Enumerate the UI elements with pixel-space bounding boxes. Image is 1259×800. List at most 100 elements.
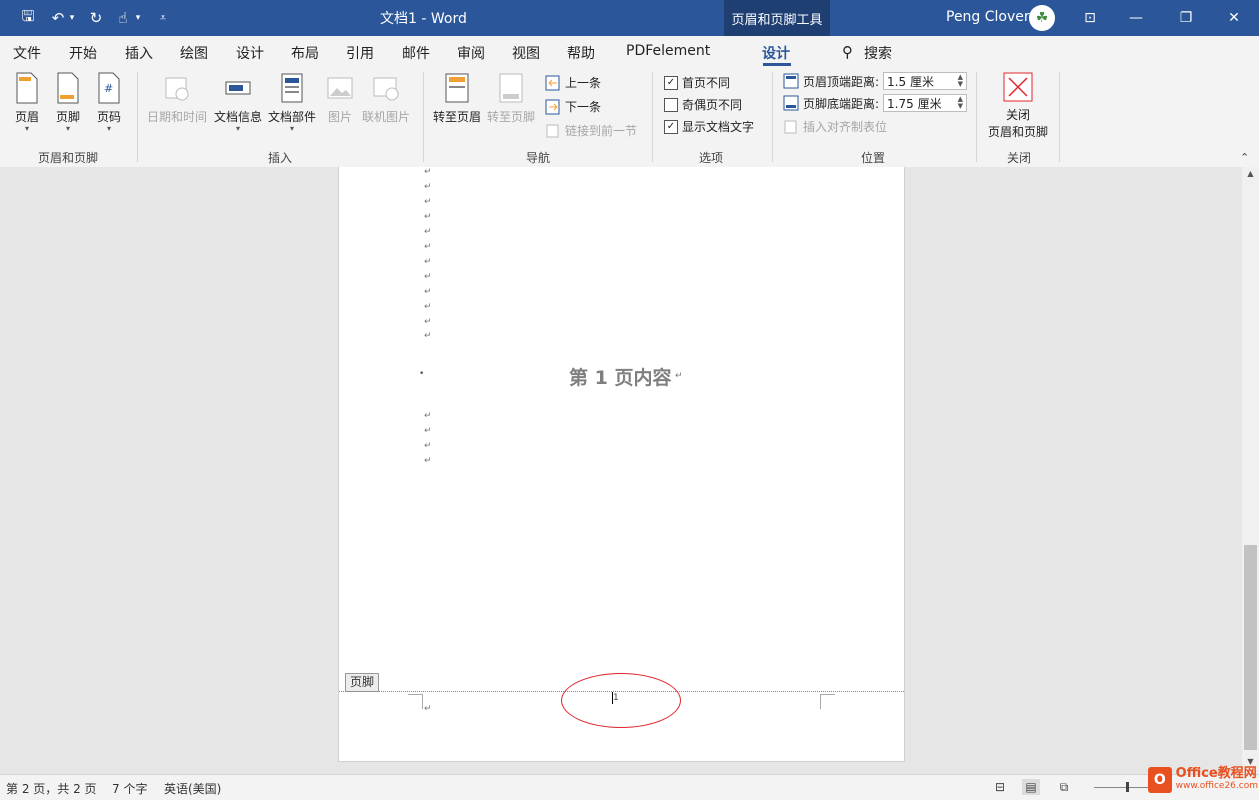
paragraph-mark: ↵ (424, 242, 432, 252)
web-layout-icon[interactable]: ⧉ (1055, 779, 1073, 795)
next-label: 下一条 (565, 100, 602, 114)
tab-help[interactable]: 帮助 (567, 43, 595, 63)
tab-home[interactable]: 开始 (69, 43, 97, 63)
picture-button[interactable]: 图片 (327, 72, 353, 125)
collapse-ribbon-icon[interactable]: ⌃ (1240, 151, 1249, 164)
header-top-spinner[interactable]: 1.5 厘米 ▲ ▼ (883, 72, 968, 90)
group-label-insert: 插入 (267, 151, 292, 165)
different-first-page-checkbox[interactable]: ✓ 首页不同 (664, 74, 730, 91)
touch-mode-dropdown-icon[interactable]: ▾ (132, 8, 144, 28)
header-button[interactable]: 页眉 ▾ (14, 72, 40, 133)
page-content-heading[interactable]: 第 1 页内容 (569, 363, 671, 390)
footer-bottom-distance: 页脚底端距离: 1.75 厘米 ▲ ▼ (783, 94, 968, 112)
tab-insert[interactable]: 插入 (125, 43, 153, 63)
tab-layout[interactable]: 布局 (291, 43, 319, 63)
paragraph-mark: ↵ (424, 182, 432, 192)
chevron-down-icon: ▾ (236, 124, 241, 133)
tab-view[interactable]: 视图 (512, 43, 540, 63)
insert-alignment-tab-label: 插入对齐制表位 (803, 120, 888, 134)
header-icon (16, 72, 38, 104)
document-info-icon (225, 81, 251, 95)
insert-alignment-tab-button[interactable]: 插入对齐制表位 (783, 118, 887, 135)
next-button[interactable]: 下一条 (545, 98, 601, 115)
goto-footer-button[interactable]: 转至页脚 (487, 72, 535, 125)
calendar-clock-icon (165, 77, 189, 101)
undo-dropdown-icon[interactable]: ▾ (66, 8, 78, 28)
show-document-text-checkbox[interactable]: ✓ 显示文档文字 (664, 118, 754, 135)
spin-down-icon[interactable]: ▼ (958, 81, 963, 88)
zoom-slider[interactable] (1094, 787, 1148, 788)
different-odd-even-label: 奇偶页不同 (682, 98, 743, 112)
page-count-status[interactable]: 第 2 页，共 2 页 (6, 780, 97, 797)
paragraph-mark: ↵ (424, 272, 432, 282)
zoom-slider-thumb[interactable] (1126, 782, 1129, 792)
tab-mailings[interactable]: 邮件 (402, 43, 430, 63)
paragraph-mark: ↵ (424, 331, 432, 341)
page-number-button[interactable]: # 页码 ▾ (96, 72, 122, 133)
paragraph-mark: ↵ (424, 411, 432, 421)
ribbon-display-options-icon[interactable]: ⊡ (1067, 0, 1113, 36)
print-layout-icon[interactable]: ▤ (1022, 779, 1040, 795)
read-mode-icon[interactable]: ⊟ (991, 779, 1009, 795)
page-number-icon: # (98, 72, 120, 104)
checkbox-checked[interactable]: ✓ (664, 119, 678, 134)
tab-draw[interactable]: 绘图 (180, 43, 208, 63)
tab-references[interactable]: 引用 (346, 43, 374, 63)
close-icon[interactable]: ✕ (1211, 0, 1257, 36)
paragraph-mark: ↵ (424, 456, 432, 466)
save-icon[interactable]: 🖫 (18, 7, 38, 28)
word-count-status[interactable]: 7 个字 (112, 780, 147, 797)
goto-header-button[interactable]: 转至页眉 (433, 72, 481, 125)
tab-review[interactable]: 审阅 (457, 43, 485, 63)
footer-bottom-value[interactable]: 1.75 厘米 (887, 95, 942, 112)
checkbox-unchecked[interactable] (664, 97, 678, 112)
ribbon: 页眉 ▾ 页脚 ▾ # 页码 ▾ 页眉和页脚 日期和时间 文档信息 ▾ 文档部件… (0, 66, 1259, 168)
touch-mode-icon[interactable]: ☝ (113, 8, 133, 28)
online-picture-button[interactable]: 联机图片 (362, 72, 410, 125)
undo-icon[interactable]: ↶ (48, 8, 68, 28)
date-time-button[interactable]: 日期和时间 (147, 72, 207, 125)
online-picture-label: 联机图片 (362, 110, 411, 124)
vertical-scrollbar[interactable]: ▲ ▼ (1242, 167, 1259, 774)
restore-icon[interactable]: ❐ (1163, 0, 1209, 36)
tab-file[interactable]: 文件 (13, 43, 41, 63)
previous-button[interactable]: 上一条 (545, 74, 601, 91)
scroll-up-icon[interactable]: ▲ (1242, 169, 1259, 183)
paragraph-mark: ↵ (675, 371, 683, 381)
spin-down-icon[interactable]: ▼ (958, 103, 963, 110)
close-label-line1: 关闭 (1005, 108, 1030, 122)
search-label[interactable]: 搜索 (864, 43, 892, 63)
user-name[interactable]: Peng Clover (946, 9, 1030, 25)
minimize-icon[interactable]: — (1113, 0, 1159, 36)
goto-footer-icon (499, 73, 523, 103)
chevron-down-icon: ▾ (290, 124, 295, 133)
next-icon (545, 99, 560, 114)
paragraph-mark: ↵ (424, 704, 432, 714)
checkbox-checked[interactable]: ✓ (664, 75, 678, 90)
group-separator (976, 72, 977, 162)
header-top-value[interactable]: 1.5 厘米 (887, 73, 934, 90)
different-odd-even-checkbox[interactable]: 奇偶页不同 (664, 96, 742, 113)
link-to-previous-button[interactable]: 链接到前一节 (545, 122, 637, 139)
close-header-footer-button[interactable]: 关闭 页眉和页脚 (986, 72, 1050, 140)
language-status[interactable]: 英语(美国) (164, 780, 221, 797)
group-label-header-footer: 页眉和页脚 (37, 151, 98, 165)
footer-bottom-spinner[interactable]: 1.75 厘米 ▲ ▼ (883, 94, 968, 112)
chevron-down-icon: ▾ (65, 124, 70, 133)
customize-quick-access-icon[interactable]: ⩡ (153, 8, 173, 28)
footer-icon (57, 72, 79, 104)
search-icon[interactable]: ⚲ (842, 43, 853, 61)
tab-header-footer-design[interactable]: 设计 (762, 43, 790, 63)
scroll-thumb[interactable] (1244, 545, 1257, 750)
context-tab-header-footer-tools: 页眉和页脚工具 (724, 0, 830, 36)
paragraph-mark: ↵ (424, 426, 432, 436)
avatar[interactable]: ☘ (1029, 5, 1055, 31)
document-parts-button[interactable]: 文档部件 ▾ (268, 72, 316, 133)
document-info-button[interactable]: 文档信息 ▾ (214, 72, 262, 133)
redo-icon[interactable]: ↻ (86, 8, 106, 28)
document-page[interactable]: ↵ ↵ ↵ ↵ ↵ ↵ ↵ ↵ ↵ ↵ ↵ ↵ • 第 1 页内容 ↵ ↵ ↵ … (338, 167, 905, 762)
date-time-label: 日期和时间 (147, 110, 208, 124)
tab-pdfelement[interactable]: PDFelement (626, 43, 710, 59)
tab-design[interactable]: 设计 (236, 43, 264, 63)
footer-button[interactable]: 页脚 ▾ (55, 72, 81, 133)
